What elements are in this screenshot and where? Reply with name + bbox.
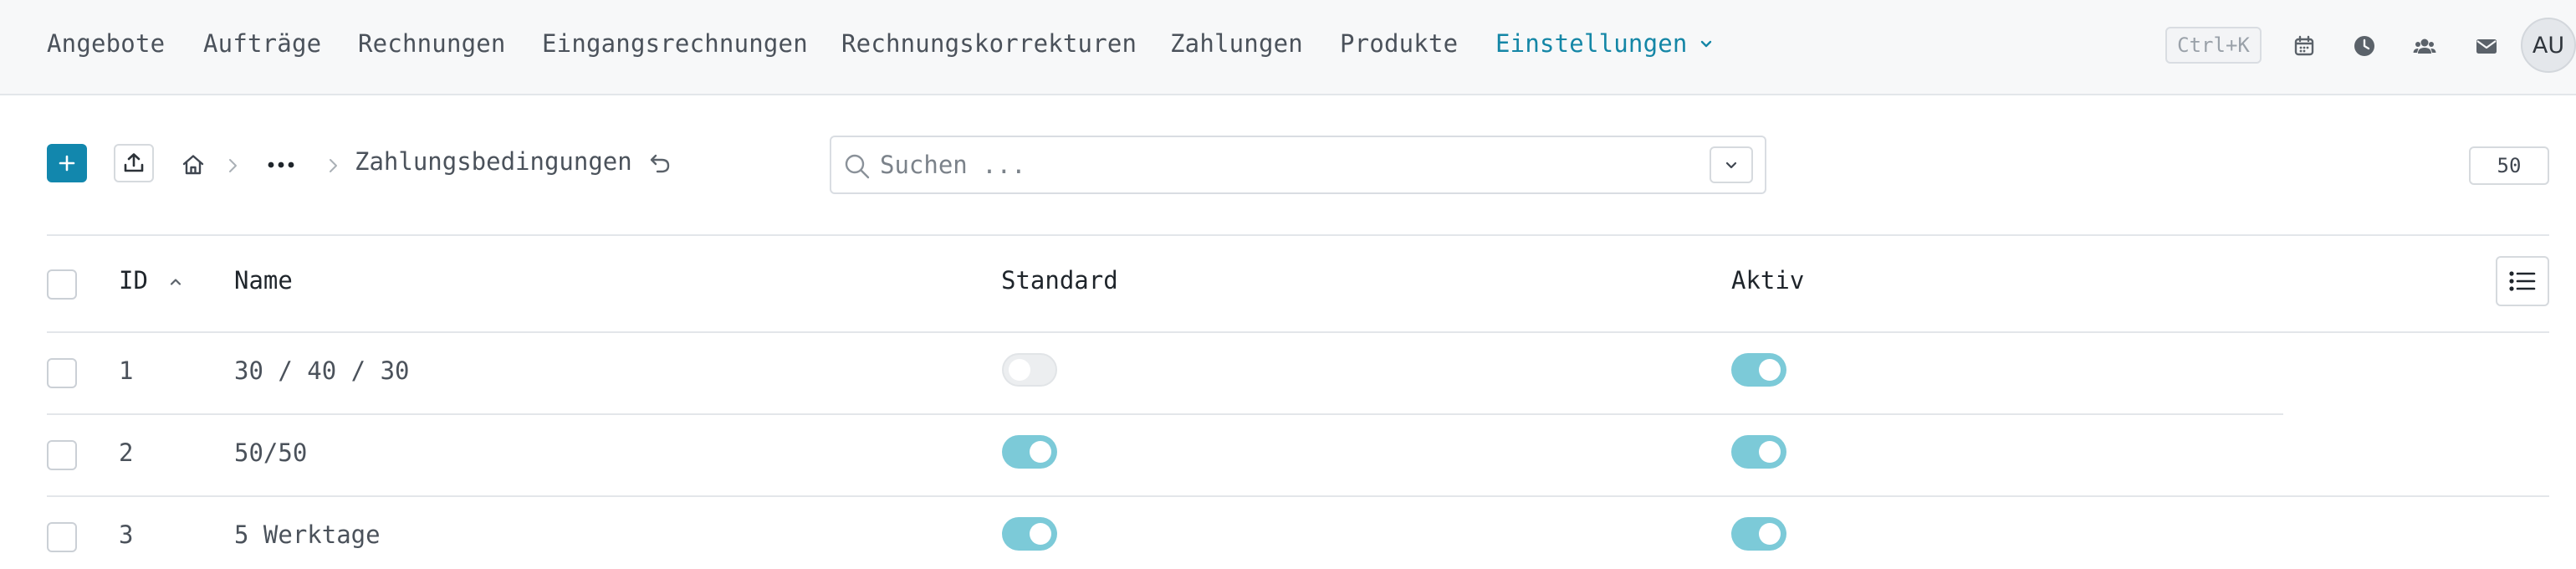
cell-name: 50/50 [234, 438, 308, 467]
user-avatar[interactable]: AU [2521, 18, 2576, 73]
table-top-divider [47, 234, 2549, 236]
search-box [830, 136, 1766, 194]
search-icon [845, 154, 870, 179]
upload-icon [124, 153, 144, 172]
toggle-knob [1030, 441, 1051, 463]
command-shortcut-hint[interactable]: Ctrl+K [2165, 27, 2262, 64]
reset-icon[interactable] [647, 151, 672, 176]
row-checkbox[interactable] [47, 522, 77, 552]
upload-button[interactable] [114, 144, 154, 182]
nav-item-angebote[interactable]: Angebote [47, 0, 165, 87]
column-header-id[interactable]: ID [119, 266, 182, 295]
toggle-knob [1759, 441, 1781, 463]
more-horizontal-icon[interactable] [266, 159, 296, 171]
home-icon[interactable] [181, 152, 206, 177]
cell-id: 1 [119, 356, 134, 385]
nav-item-einstellungen[interactable]: Einstellungen [1495, 0, 1713, 87]
nav-item-produkte[interactable]: Produkte [1340, 0, 1458, 87]
standard-toggle[interactable] [1002, 353, 1057, 387]
standard-toggle[interactable] [1002, 435, 1057, 469]
calendar-icon[interactable] [2292, 33, 2317, 59]
nav-item-einstellungen-label: Einstellungen [1495, 29, 1688, 58]
active-toggle[interactable] [1731, 353, 1786, 387]
nav-item-eingangsrechnungen[interactable]: Eingangsrechnungen [542, 0, 808, 87]
row-divider [47, 495, 2549, 497]
standard-toggle[interactable] [1002, 517, 1057, 551]
nav-item-rechnungskorrekturen[interactable]: Rechnungskorrekturen [841, 0, 1137, 87]
breadcrumb-separator-icon [229, 159, 237, 172]
chevron-down-icon [1725, 161, 1737, 169]
row-checkbox[interactable] [47, 440, 77, 470]
cell-id: 3 [119, 520, 134, 549]
users-icon[interactable] [2412, 33, 2437, 59]
page-size-select[interactable]: 50 [2469, 146, 2549, 185]
active-toggle[interactable] [1731, 435, 1786, 469]
breadcrumb-current-page: Zahlungsbedingungen [355, 147, 632, 176]
toggle-knob [1030, 523, 1051, 545]
select-all-checkbox[interactable] [47, 269, 77, 300]
nav-item-auftraege[interactable]: Aufträge [203, 0, 321, 87]
clock-icon[interactable] [2352, 33, 2377, 59]
column-header-standard[interactable]: Standard [1001, 266, 1118, 295]
row-checkbox[interactable] [47, 358, 77, 388]
column-settings-button[interactable] [2496, 256, 2549, 306]
toggle-knob [1759, 523, 1781, 545]
column-header-name[interactable]: Name [234, 266, 293, 295]
breadcrumb-separator-icon [330, 159, 337, 172]
add-button[interactable] [47, 144, 87, 182]
cell-name: 5 Werktage [234, 520, 381, 549]
list-icon [2509, 271, 2536, 291]
active-toggle[interactable] [1731, 517, 1786, 551]
cell-name: 30 / 40 / 30 [234, 356, 410, 385]
nav-item-rechnungen[interactable]: Rechnungen [358, 0, 506, 87]
search-input[interactable] [880, 147, 1666, 182]
plus-icon [59, 155, 75, 172]
row-divider [47, 413, 2283, 415]
cell-id: 2 [119, 438, 134, 467]
table-header-divider [47, 331, 2549, 333]
sort-ascending-icon [171, 279, 181, 285]
toggle-knob [1759, 359, 1781, 381]
search-filter-dropdown-button[interactable] [1710, 146, 1753, 183]
column-header-active[interactable]: Aktiv [1731, 266, 1804, 295]
top-navigation: Angebote Aufträge Rechnungen Eingangsrec… [0, 0, 2576, 95]
mail-icon[interactable] [2474, 33, 2499, 59]
chevron-down-icon [1700, 40, 1711, 48]
column-header-id-label: ID [119, 266, 148, 295]
nav-item-zahlungen[interactable]: Zahlungen [1170, 0, 1303, 87]
toggle-knob [1009, 359, 1030, 381]
